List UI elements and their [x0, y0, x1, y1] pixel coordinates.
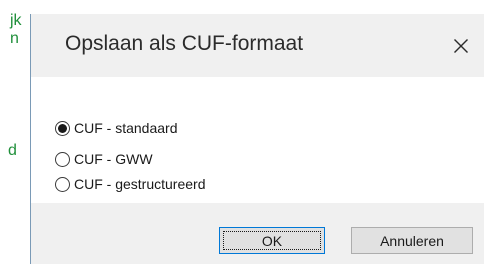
radio-option-gww[interactable]: CUF - GWW: [55, 148, 153, 170]
background-text: jk: [10, 12, 22, 29]
radio-selected-dot: [58, 123, 67, 133]
radio-button[interactable]: [55, 151, 70, 167]
radio-option-gestructureerd[interactable]: CUF - gestructureerd: [55, 173, 205, 195]
screen: jk n d Opslaan als CUF-formaat CUF - sta…: [0, 0, 484, 264]
dialog-title: Opslaan als CUF-formaat: [65, 32, 304, 55]
close-icon: [454, 38, 468, 53]
background-text: d: [8, 142, 17, 159]
dialog-footer: OK Annuleren: [31, 203, 484, 264]
cuf-save-dialog: Opslaan als CUF-formaat CUF - standaard …: [30, 14, 484, 264]
cancel-button[interactable]: Annuleren: [351, 227, 473, 254]
focus-rectangle: [223, 231, 321, 250]
radio-button[interactable]: [55, 120, 70, 136]
dialog-body: CUF - standaard CUF - GWW CUF - gestruct…: [31, 77, 484, 203]
radio-button[interactable]: [55, 176, 70, 192]
radio-label[interactable]: CUF - gestructureerd: [74, 176, 205, 192]
dialog-titlebar[interactable]: Opslaan als CUF-formaat: [31, 14, 484, 77]
background-text: n: [10, 30, 19, 47]
radio-label[interactable]: CUF - standaard: [74, 120, 177, 136]
radio-option-standaard[interactable]: CUF - standaard: [55, 117, 177, 139]
close-button[interactable]: [437, 14, 484, 77]
ok-button[interactable]: OK: [219, 227, 325, 254]
radio-label[interactable]: CUF - GWW: [74, 151, 153, 167]
cancel-button-label: Annuleren: [380, 232, 444, 249]
